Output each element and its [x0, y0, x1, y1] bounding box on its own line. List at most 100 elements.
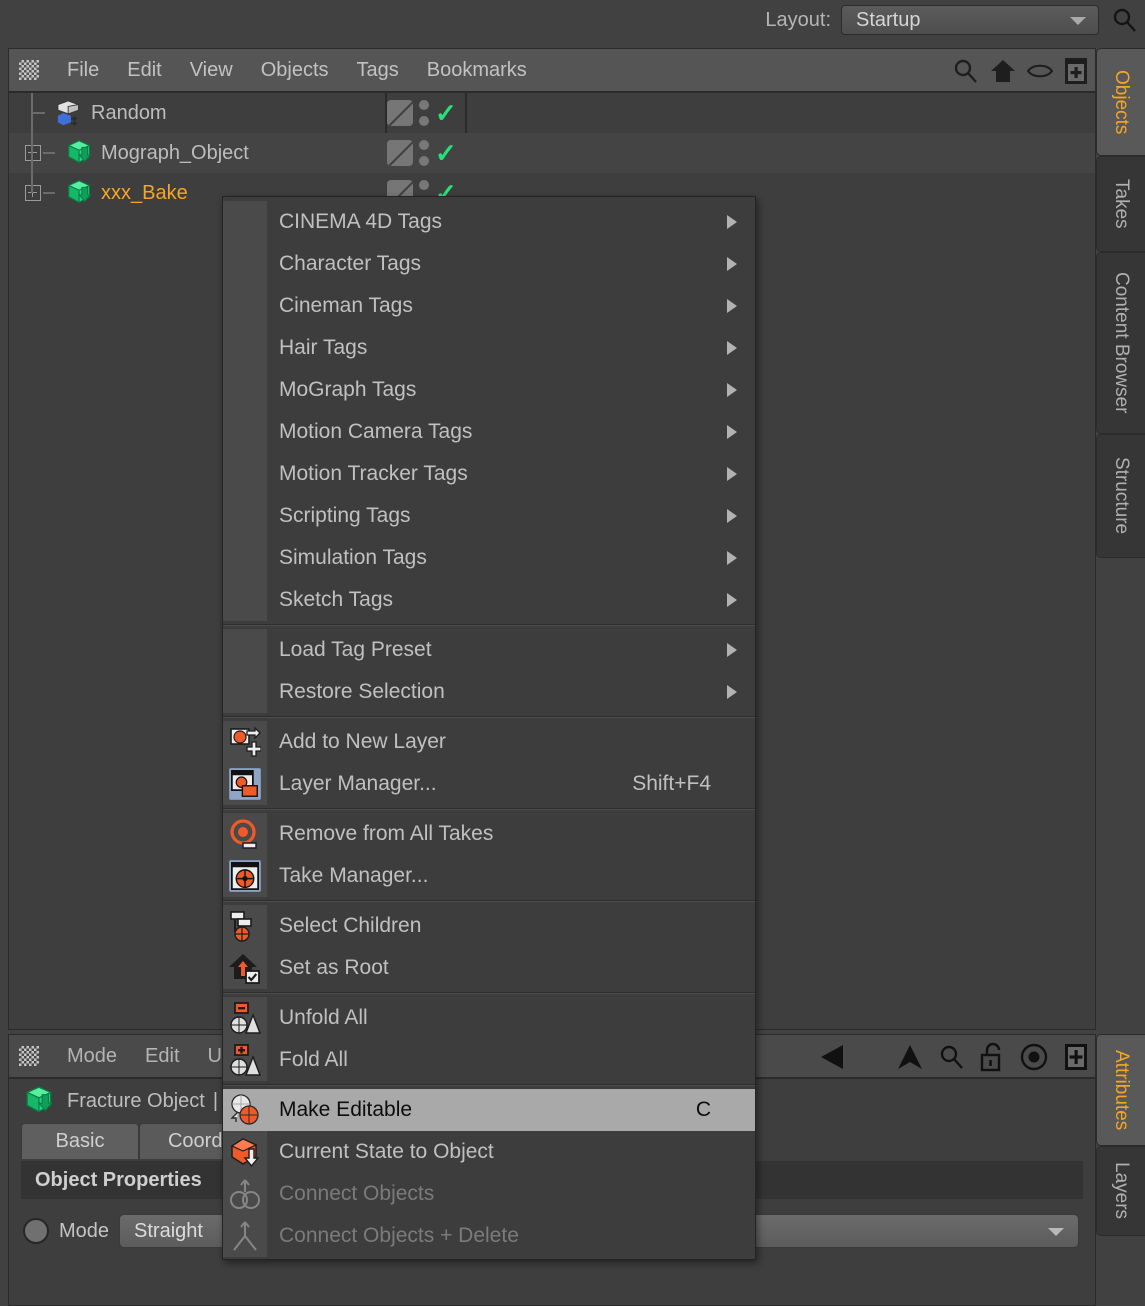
menu-item-scripting-tags[interactable]: Scripting Tags — [223, 495, 755, 537]
menu-item-add-to-new-layer[interactable]: Add to New Layer — [223, 721, 755, 763]
fold-all-icon — [229, 1044, 261, 1076]
om-menu-file[interactable]: File — [53, 48, 113, 92]
submenu-arrow-icon — [727, 551, 737, 565]
menu-item-sketch-tags[interactable]: Sketch Tags — [223, 579, 755, 621]
attributes-object-title-suffix: | — [213, 1090, 218, 1113]
layout-dropdown[interactable]: Startup — [841, 5, 1099, 35]
menu-gutter — [223, 763, 267, 805]
search-icon[interactable] — [939, 1044, 965, 1070]
menu-item-layer-manager[interactable]: Layer Manager... Shift+F4 — [223, 763, 755, 805]
menu-item-unfold-all[interactable]: Unfold All — [223, 997, 755, 1039]
global-search-button[interactable] — [1105, 0, 1145, 40]
menu-gutter — [223, 721, 267, 763]
menu-item-select-children[interactable]: Select Children — [223, 905, 755, 947]
menu-item-motion-tracker-tags[interactable]: Motion Tracker Tags — [223, 453, 755, 495]
menu-item-label: Motion Tracker Tags — [279, 462, 468, 486]
menu-item-label: Hair Tags — [279, 336, 367, 360]
menu-gutter — [223, 1173, 267, 1215]
sidetab-content-browser[interactable]: Content Browser — [1096, 252, 1145, 434]
lock-icon[interactable] — [979, 1042, 1005, 1072]
home-icon[interactable] — [989, 57, 1017, 85]
eye-icon[interactable] — [1027, 62, 1053, 80]
menu-item-hair-tags[interactable]: Hair Tags — [223, 327, 755, 369]
menu-group-conversion: Make Editable C Current State to Object — [223, 1089, 755, 1257]
sidetab-layers[interactable]: Layers — [1096, 1146, 1145, 1236]
tree-line — [43, 192, 55, 194]
table-row[interactable]: Mograph_Object ✓ — [9, 133, 1095, 173]
render-visibility-dot[interactable] — [419, 156, 429, 166]
submenu-arrow-icon — [727, 593, 737, 607]
menu-item-label: Restore Selection — [279, 680, 445, 704]
menu-item-motion-camera-tags[interactable]: Motion Camera Tags — [223, 411, 755, 453]
menu-item-current-state-to-object[interactable]: Current State to Object — [223, 1131, 755, 1173]
expand-toggle[interactable] — [25, 185, 41, 201]
panel-grip-icon[interactable] — [19, 1046, 39, 1066]
connect-objects-delete-icon — [229, 1220, 261, 1252]
om-menu-tags[interactable]: Tags — [343, 48, 413, 92]
attributes-object-title: Fracture Object — [67, 1090, 205, 1113]
render-visibility-dot[interactable] — [419, 116, 429, 126]
search-icon[interactable] — [953, 58, 979, 84]
menu-separator — [223, 1084, 755, 1086]
om-menu-view[interactable]: View — [176, 48, 247, 92]
sidetab-takes[interactable]: Takes — [1096, 156, 1145, 252]
menu-item-mograph-tags[interactable]: MoGraph Tags — [223, 369, 755, 411]
sidetab-attributes[interactable]: Attributes — [1096, 1034, 1145, 1146]
menu-item-label: Make Editable — [279, 1098, 412, 1122]
om-menu-edit[interactable]: Edit — [113, 48, 175, 92]
add-icon[interactable] — [1063, 1042, 1089, 1072]
menu-item-label: CINEMA 4D Tags — [279, 210, 442, 234]
om-menu-objects[interactable]: Objects — [247, 48, 343, 92]
back-arrow-icon[interactable] — [819, 1042, 881, 1072]
enabled-check-icon[interactable]: ✓ — [435, 140, 457, 166]
up-arrow-icon[interactable] — [895, 1042, 925, 1072]
make-editable-icon — [229, 1094, 261, 1126]
right-side-tabs-top: Objects Takes Content Browser Structure — [1096, 48, 1145, 558]
editor-visibility-dot[interactable] — [419, 100, 429, 110]
menu-item-cineman-tags[interactable]: Cineman Tags — [223, 285, 755, 327]
menu-item-remove-from-all-takes[interactable]: Remove from All Takes — [223, 813, 755, 855]
sidetab-structure[interactable]: Structure — [1096, 434, 1145, 558]
tags-context-menu: CINEMA 4D Tags Character Tags Cineman Ta… — [222, 196, 756, 1260]
menu-gutter — [223, 997, 267, 1039]
menu-item-load-tag-preset[interactable]: Load Tag Preset — [223, 629, 755, 671]
table-row[interactable]: Random ✓ — [9, 93, 1095, 133]
expand-toggle[interactable] — [25, 145, 41, 161]
set-as-root-icon — [229, 952, 261, 984]
attr-menu-mode[interactable]: Mode — [53, 1034, 131, 1078]
menu-gutter — [223, 411, 267, 453]
enabled-check-icon[interactable]: ✓ — [435, 100, 457, 126]
panel-grip-icon[interactable] — [19, 60, 39, 80]
menu-item-fold-all[interactable]: Fold All — [223, 1039, 755, 1081]
visibility-dots[interactable] — [419, 100, 429, 126]
menu-item-simulation-tags[interactable]: Simulation Tags — [223, 537, 755, 579]
menu-item-label: Current State to Object — [279, 1140, 494, 1164]
mode-radio-icon[interactable] — [23, 1218, 49, 1244]
tag-column: ✓ — [387, 93, 457, 133]
visibility-dots[interactable] — [419, 140, 429, 166]
menu-item-cinema-4d-tags[interactable]: CINEMA 4D Tags — [223, 201, 755, 243]
attributes-toolbar — [819, 1035, 1089, 1079]
menu-item-set-as-root[interactable]: Set as Root — [223, 947, 755, 989]
menu-group-presets: Load Tag Preset Restore Selection — [223, 629, 755, 713]
menu-gutter — [223, 629, 267, 671]
menu-item-take-manager[interactable]: Take Manager... — [223, 855, 755, 897]
menu-item-character-tags[interactable]: Character Tags — [223, 243, 755, 285]
om-menu-bookmarks[interactable]: Bookmarks — [413, 48, 541, 92]
submenu-arrow-icon — [727, 509, 737, 523]
visibility-tag-icon[interactable] — [387, 100, 413, 126]
tab-basic[interactable]: Basic — [21, 1123, 139, 1159]
target-icon[interactable] — [1019, 1042, 1049, 1072]
menu-item-make-editable[interactable]: Make Editable C — [223, 1089, 755, 1131]
object-name: Random — [91, 102, 167, 125]
menu-item-restore-selection[interactable]: Restore Selection — [223, 671, 755, 713]
object-name-selected: xxx_Bake — [101, 182, 188, 205]
current-state-to-object-icon — [229, 1136, 261, 1168]
sidetab-objects[interactable]: Objects — [1096, 48, 1145, 156]
visibility-tag-icon[interactable] — [387, 140, 413, 166]
editor-visibility-dot[interactable] — [419, 180, 429, 190]
add-layer-icon[interactable] — [1063, 56, 1089, 86]
menu-item-label: Unfold All — [279, 1006, 368, 1030]
attr-menu-edit[interactable]: Edit — [131, 1034, 193, 1078]
editor-visibility-dot[interactable] — [419, 140, 429, 150]
